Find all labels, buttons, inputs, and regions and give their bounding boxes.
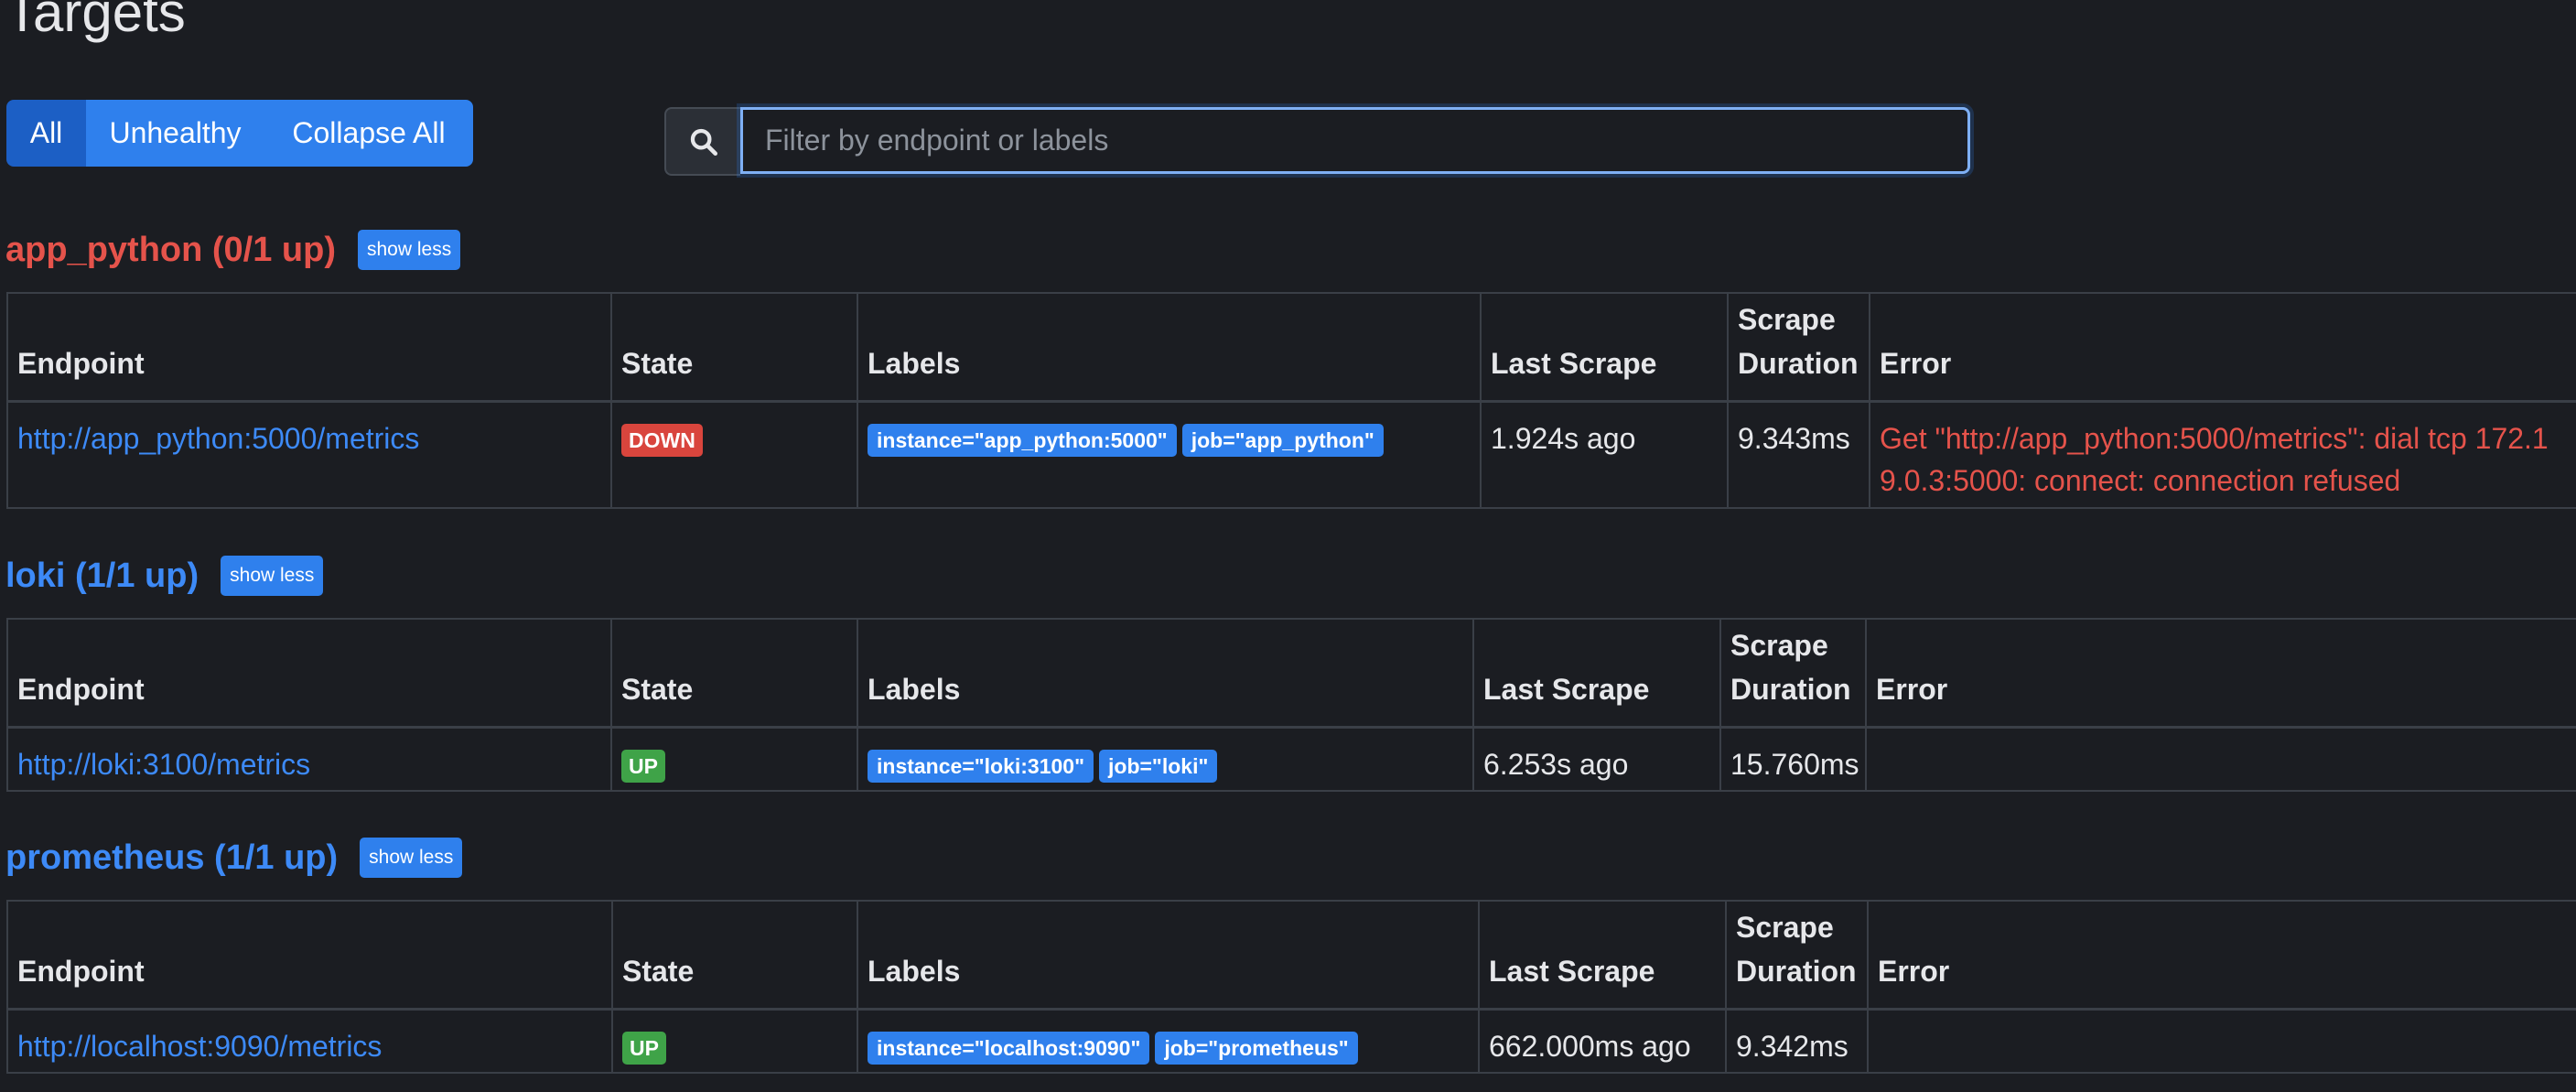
- column-header-last-scrape: Last Scrape: [1472, 618, 1721, 729]
- state-badge: DOWN: [621, 424, 703, 458]
- column-header-labels: Labels: [857, 900, 1480, 1011]
- job-header-prometheus: prometheus (1/1 up) show less: [5, 838, 463, 878]
- table-row: http://app_python:5000/metrics DOWN inst…: [6, 400, 2576, 509]
- endpoint-link[interactable]: http://localhost:9090/metrics: [17, 1030, 382, 1063]
- column-header-error: Error: [1869, 292, 2576, 403]
- column-header-scrape-duration-line2: Duration: [1730, 672, 1851, 706]
- error-message: Get "http://app_python:5000/metrics": di…: [1869, 400, 2576, 509]
- show-less-button[interactable]: show less: [358, 230, 461, 270]
- label-badge-instance: instance="loki:3100": [868, 750, 1094, 784]
- column-header-last-scrape: Last Scrape: [1478, 900, 1727, 1011]
- label-badge-job: job="prometheus": [1155, 1032, 1358, 1065]
- unhealthy-filter-button[interactable]: Unhealthy: [86, 100, 264, 167]
- last-scrape-value: 6.253s ago: [1472, 726, 1721, 792]
- column-header-error: Error: [1865, 618, 2576, 729]
- endpoint-link[interactable]: http://loki:3100/metrics: [17, 748, 310, 781]
- job-header-loki: loki (1/1 up) show less: [5, 556, 324, 596]
- show-less-button[interactable]: show less: [360, 838, 463, 878]
- endpoint-link[interactable]: http://app_python:5000/metrics: [17, 422, 419, 455]
- column-header-state: State: [610, 618, 858, 729]
- label-badge-job: job="app_python": [1181, 424, 1384, 458]
- job-title[interactable]: loki (1/1 up): [5, 557, 199, 596]
- last-scrape-value: 662.000ms ago: [1478, 1008, 1727, 1074]
- column-header-scrape-duration: Scrape Duration: [1725, 900, 1869, 1011]
- table-row: http://localhost:9090/metrics UP instanc…: [6, 1008, 2576, 1074]
- column-header-scrape-duration: Scrape Duration: [1719, 618, 1867, 729]
- filter-button-group: All Unhealthy Collapse All: [6, 100, 473, 167]
- column-header-endpoint: Endpoint: [6, 618, 612, 729]
- column-header-endpoint: Endpoint: [6, 292, 612, 403]
- column-header-error: Error: [1867, 900, 2576, 1011]
- label-badge-instance: instance="app_python:5000": [868, 424, 1177, 458]
- column-header-scrape-duration-line1: Scrape: [1738, 302, 1836, 336]
- column-header-scrape-duration-line2: Duration: [1736, 954, 1857, 988]
- error-message-line1: Get "http://app_python:5000/metrics": di…: [1880, 421, 2549, 455]
- show-less-button[interactable]: show less: [221, 556, 324, 596]
- label-badge-instance: instance="localhost:9090": [868, 1032, 1150, 1065]
- table-header-row: Endpoint State Labels Last Scrape Scrape…: [6, 900, 2576, 1011]
- label-badge-job: job="loki": [1099, 750, 1218, 784]
- column-header-state: State: [611, 900, 858, 1011]
- page-title: Targets: [5, 0, 186, 43]
- error-message-line2: 9.0.3:5000: connect: connection refused: [1880, 463, 2401, 497]
- column-header-scrape-duration-line1: Scrape: [1736, 910, 1834, 944]
- column-header-endpoint: Endpoint: [6, 900, 613, 1011]
- search-input[interactable]: [740, 107, 1970, 174]
- search-icon-button[interactable]: [664, 107, 740, 176]
- last-scrape-value: 1.924s ago: [1480, 400, 1729, 509]
- targets-page: Targets All Unhealthy Collapse All app_p…: [0, 0, 2576, 1092]
- column-header-scrape-duration: Scrape Duration: [1727, 292, 1870, 403]
- table-row: http://loki:3100/metrics UP instance="lo…: [6, 726, 2576, 792]
- state-badge: UP: [622, 1032, 666, 1065]
- collapse-all-button[interactable]: Collapse All: [264, 100, 473, 167]
- column-header-scrape-duration-line2: Duration: [1738, 346, 1859, 380]
- search-bar: [664, 107, 1970, 176]
- state-badge: UP: [621, 750, 665, 784]
- column-header-scrape-duration-line1: Scrape: [1730, 628, 1828, 662]
- job-title[interactable]: app_python (0/1 up): [5, 231, 336, 270]
- column-header-state: State: [610, 292, 858, 403]
- table-header-row: Endpoint State Labels Last Scrape Scrape…: [6, 618, 2576, 729]
- scrape-duration-value: 9.342ms: [1725, 1008, 1869, 1074]
- column-header-labels: Labels: [857, 292, 1482, 403]
- column-header-last-scrape: Last Scrape: [1480, 292, 1729, 403]
- table-header-row: Endpoint State Labels Last Scrape Scrape…: [6, 292, 2576, 403]
- search-icon: [690, 128, 717, 156]
- scrape-duration-value: 9.343ms: [1727, 400, 1870, 509]
- column-header-labels: Labels: [857, 618, 1474, 729]
- all-filter-button[interactable]: All: [6, 100, 86, 167]
- scrape-duration-value: 15.760ms: [1719, 726, 1867, 792]
- error-message: [1865, 726, 2576, 792]
- error-message: [1867, 1008, 2576, 1074]
- job-title[interactable]: prometheus (1/1 up): [5, 838, 338, 878]
- targets-table-app-python: Endpoint State Labels Last Scrape Scrape…: [6, 292, 2576, 509]
- job-header-app-python: app_python (0/1 up) show less: [5, 230, 461, 270]
- targets-table-loki: Endpoint State Labels Last Scrape Scrape…: [6, 618, 2576, 792]
- targets-table-prometheus: Endpoint State Labels Last Scrape Scrape…: [6, 900, 2576, 1074]
